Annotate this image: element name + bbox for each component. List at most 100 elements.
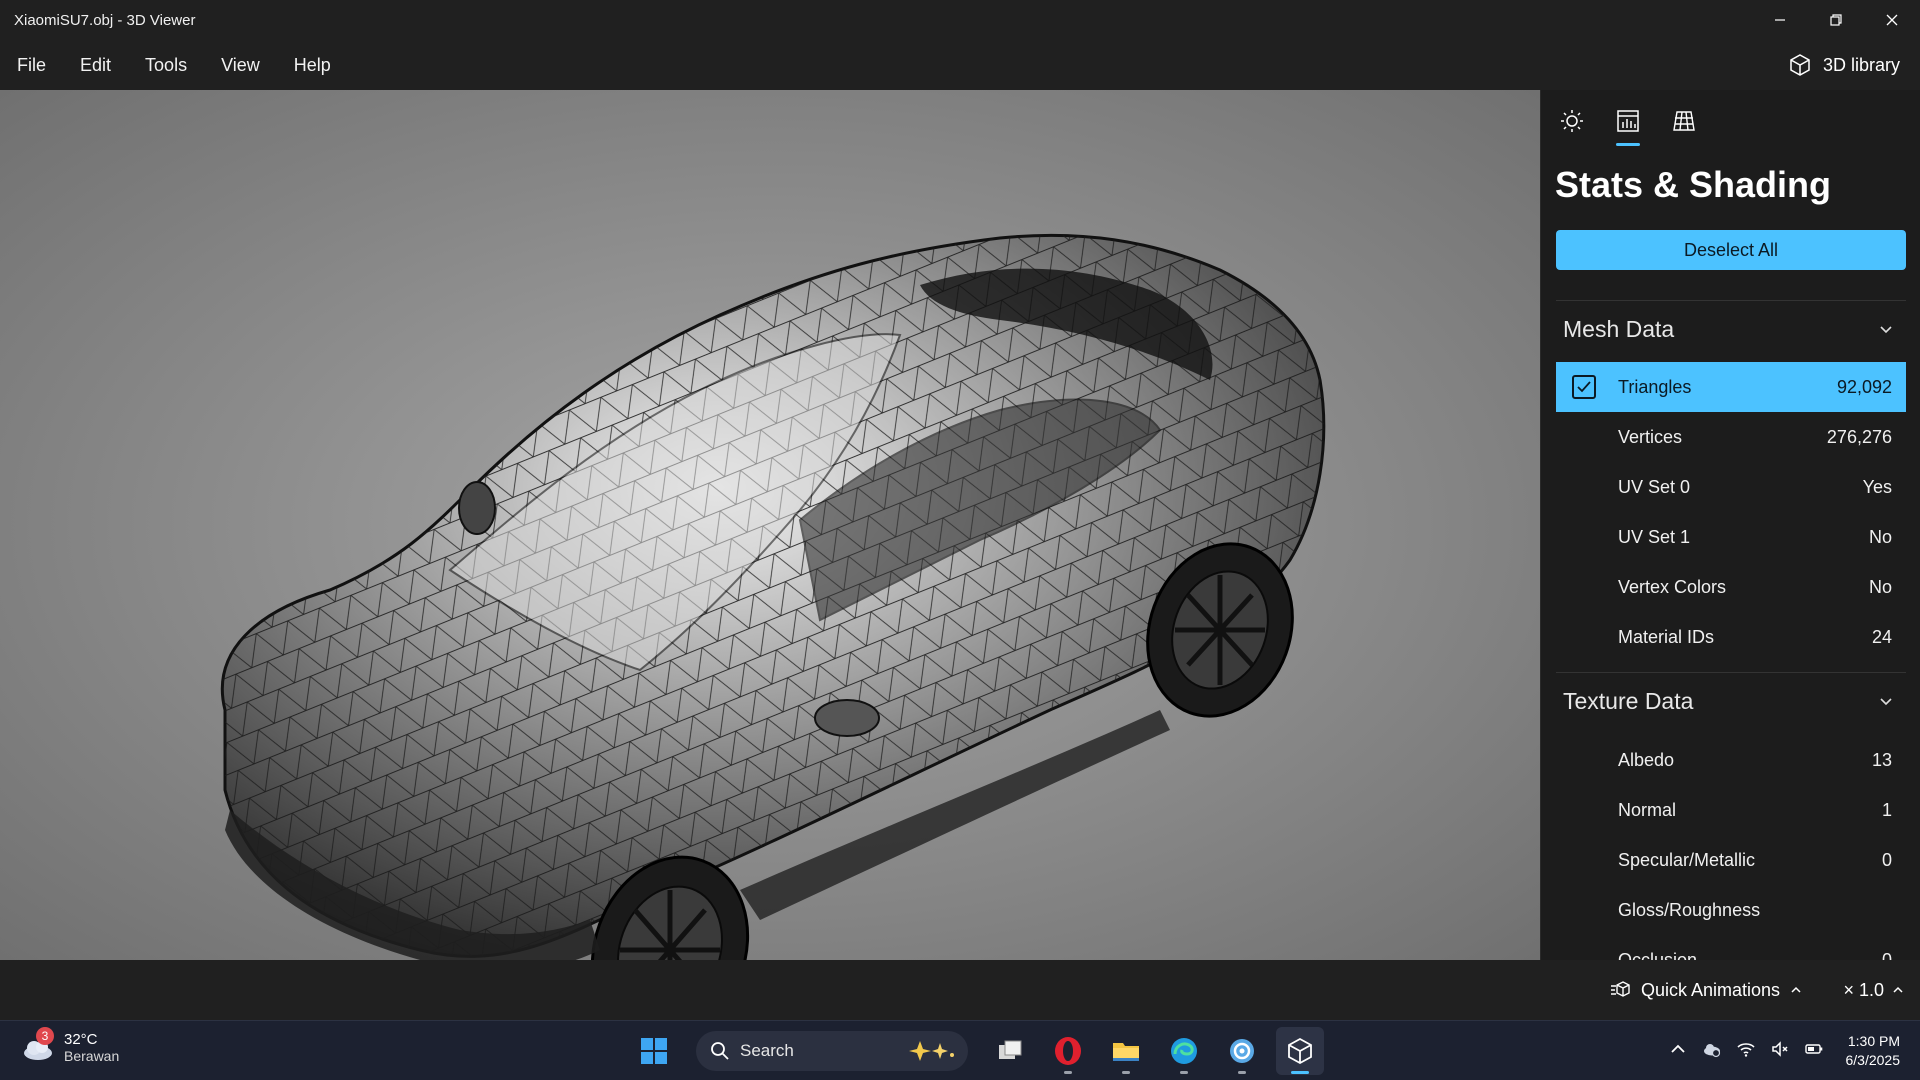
chevron-up-icon bbox=[1670, 1044, 1685, 1053]
row-name: Vertex Colors bbox=[1618, 576, 1727, 597]
start-button[interactable] bbox=[630, 1027, 678, 1075]
restore-button[interactable] bbox=[1808, 0, 1864, 40]
panel-title: Stats & Shading bbox=[1555, 164, 1832, 205]
row-value: No bbox=[1868, 576, 1892, 597]
weather-cloud-icon: 3 bbox=[20, 1027, 56, 1065]
left-mirror bbox=[458, 481, 496, 535]
restore-icon bbox=[1830, 14, 1842, 26]
volume-muted-icon bbox=[1771, 1040, 1788, 1057]
mesh-data-header[interactable]: Mesh Data bbox=[1556, 305, 1906, 353]
task-view-button[interactable] bbox=[986, 1027, 1034, 1075]
row-name: Normal bbox=[1618, 799, 1677, 820]
mesh-row-triangles[interactable]: Triangles 92,092 bbox=[1556, 362, 1906, 412]
weather-badge: 3 bbox=[36, 1027, 54, 1045]
close-icon bbox=[1886, 14, 1898, 26]
title-bar: XiaomiSU7.obj - 3D Viewer bbox=[0, 0, 1920, 40]
running-indicator bbox=[1238, 1071, 1246, 1074]
texture-row-normal[interactable]: Normal 1 bbox=[1556, 785, 1906, 835]
minimize-icon bbox=[1775, 19, 1785, 21]
row-value: 1 bbox=[1881, 799, 1892, 820]
chevron-down-icon bbox=[1880, 326, 1892, 334]
grid-icon bbox=[1673, 111, 1695, 131]
tab-lighting[interactable] bbox=[1551, 104, 1593, 138]
texture-data-header[interactable]: Texture Data bbox=[1556, 677, 1906, 725]
mesh-row-material-ids[interactable]: Material IDs 24 bbox=[1556, 612, 1906, 662]
texture-row-gloss-roughness[interactable]: Gloss/Roughness bbox=[1556, 885, 1906, 935]
tab-mesh-grid[interactable] bbox=[1663, 104, 1705, 138]
texture-row-occlusion[interactable]: Occlusion 0 bbox=[1556, 935, 1906, 961]
3d-viewport[interactable] bbox=[0, 90, 1540, 960]
animation-bar: Quick Animations × 1.0 bbox=[0, 960, 1920, 1020]
battery-icon bbox=[1804, 1043, 1822, 1054]
chevron-up-icon bbox=[1791, 986, 1801, 993]
task-view-icon bbox=[999, 1040, 1022, 1059]
settings-app[interactable] bbox=[1218, 1027, 1266, 1075]
panel-tabs bbox=[1551, 104, 1705, 146]
row-name: Triangles bbox=[1618, 376, 1692, 397]
deselect-all-button[interactable]: Deselect All bbox=[1556, 230, 1906, 270]
minimize-button[interactable] bbox=[1752, 0, 1808, 40]
system-tray: 1:30 PM 6/3/2025 bbox=[1668, 1021, 1901, 1080]
menu-view[interactable]: View bbox=[204, 40, 277, 90]
menu-tools[interactable]: Tools bbox=[128, 40, 204, 90]
edge-app[interactable] bbox=[1160, 1027, 1208, 1075]
quick-animations-label: Quick Animations bbox=[1640, 979, 1780, 1000]
wifi-button[interactable] bbox=[1736, 1039, 1756, 1064]
gear-icon bbox=[1230, 1039, 1254, 1063]
checkbox-checked[interactable] bbox=[1572, 375, 1596, 399]
sun-icon bbox=[1561, 110, 1583, 132]
opera-icon bbox=[1055, 1037, 1081, 1065]
running-indicator bbox=[1180, 1071, 1188, 1074]
menu-file[interactable]: File bbox=[0, 40, 63, 90]
file-explorer-app[interactable] bbox=[1102, 1027, 1150, 1075]
wifi-icon bbox=[1736, 1042, 1755, 1057]
mesh-data-label: Mesh Data bbox=[1563, 315, 1675, 342]
3d-viewer-app[interactable] bbox=[1276, 1027, 1324, 1075]
row-name: UV Set 0 bbox=[1618, 476, 1691, 497]
chevron-down-icon bbox=[1880, 698, 1892, 706]
edge-icon bbox=[1171, 1038, 1197, 1064]
windows-icon bbox=[641, 1038, 667, 1064]
opera-app[interactable] bbox=[1044, 1027, 1092, 1075]
car-wireframe-model bbox=[220, 233, 1326, 960]
close-button[interactable] bbox=[1864, 0, 1920, 40]
row-value: 92,092 bbox=[1836, 376, 1892, 397]
mesh-row-vertices[interactable]: Vertices 276,276 bbox=[1556, 412, 1906, 462]
clock-time: 1:30 PM bbox=[1847, 1033, 1900, 1049]
folder-icon bbox=[1113, 1043, 1139, 1061]
cube-icon bbox=[1288, 1037, 1312, 1065]
onedrive-button[interactable] bbox=[1702, 1039, 1722, 1064]
playback-speed-button[interactable]: × 1.0 bbox=[1843, 960, 1904, 1020]
tab-stats[interactable] bbox=[1607, 104, 1649, 146]
row-name: Material IDs bbox=[1618, 626, 1715, 647]
row-value: 24 bbox=[1871, 626, 1892, 647]
battery-button[interactable] bbox=[1804, 1039, 1824, 1064]
taskbar: 3 32°C Berawan Search 1:30 PM 6/3/2025 bbox=[0, 1020, 1920, 1080]
row-name: Albedo bbox=[1618, 749, 1675, 770]
clock-date: 6/3/2025 bbox=[1845, 1052, 1901, 1068]
chevron-up-icon bbox=[1893, 986, 1903, 993]
running-indicator bbox=[1122, 1071, 1130, 1074]
mesh-row-uv-set-1[interactable]: UV Set 1 No bbox=[1556, 512, 1906, 562]
volume-button[interactable] bbox=[1770, 1039, 1790, 1064]
window-title: XiaomiSU7.obj - 3D Viewer bbox=[14, 11, 196, 29]
menu-edit[interactable]: Edit bbox=[63, 40, 128, 90]
quick-animations-button[interactable]: Quick Animations bbox=[1609, 960, 1802, 1020]
mesh-row-vertex-colors[interactable]: Vertex Colors No bbox=[1556, 562, 1906, 612]
row-value: Yes bbox=[1862, 476, 1892, 497]
checkmark-icon bbox=[1577, 381, 1591, 393]
row-value: No bbox=[1868, 526, 1892, 547]
3d-library-button[interactable]: 3D library bbox=[1787, 40, 1900, 90]
animation-icon bbox=[1610, 981, 1630, 997]
menu-help[interactable]: Help bbox=[277, 40, 348, 90]
clock[interactable]: 1:30 PM 6/3/2025 bbox=[1846, 1032, 1901, 1070]
stats-panel: Stats & Shading Deselect All Mesh Data T… bbox=[1540, 90, 1920, 960]
mesh-row-uv-set-0[interactable]: UV Set 0 Yes bbox=[1556, 462, 1906, 512]
texture-row-specular-metallic[interactable]: Specular/Metallic 0 bbox=[1556, 835, 1906, 885]
row-value: 13 bbox=[1871, 749, 1892, 770]
texture-row-albedo[interactable]: Albedo 13 bbox=[1556, 735, 1906, 785]
weather-condition: Berawan bbox=[64, 1047, 120, 1064]
tray-overflow-button[interactable] bbox=[1668, 1039, 1688, 1064]
weather-widget[interactable]: 3 32°C Berawan bbox=[20, 1027, 120, 1065]
taskbar-search[interactable]: Search bbox=[696, 1031, 968, 1071]
